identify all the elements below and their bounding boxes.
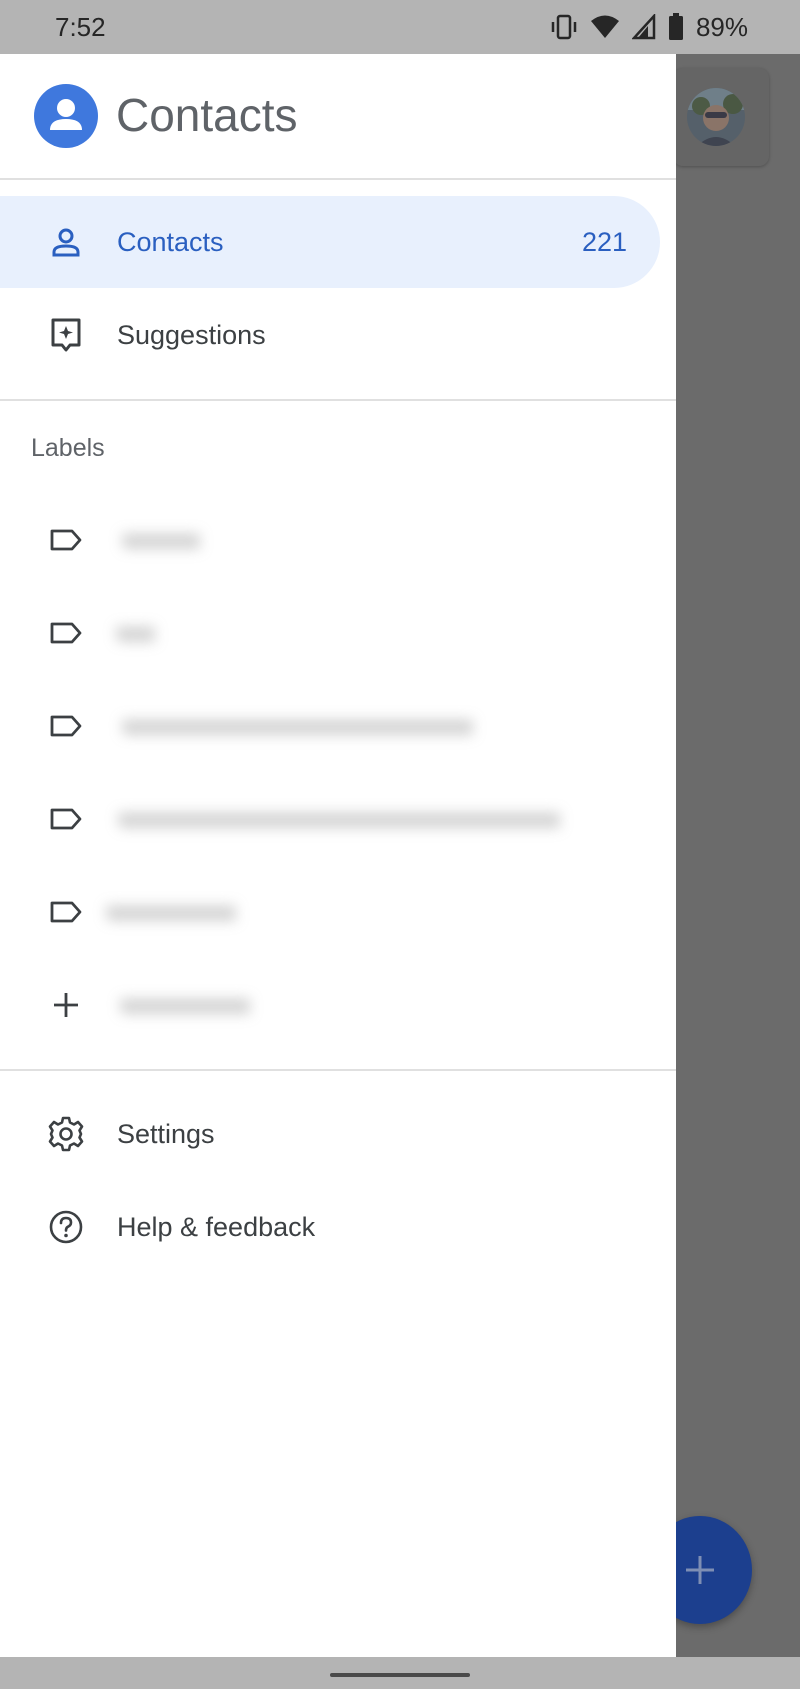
- label-item[interactable]: xxxxxx: [0, 494, 676, 586]
- divider: [0, 1069, 676, 1071]
- label-name: xxx: [116, 617, 155, 647]
- battery-icon: [668, 13, 684, 41]
- nav-item-label: Contacts: [117, 226, 224, 257]
- contacts-count: 221: [581, 226, 627, 257]
- help-icon: [48, 1209, 84, 1245]
- label-item[interactable]: xxxxxxxxxxxxxxxxxxxxxxxxxxx: [0, 680, 676, 772]
- contacts-app-icon: [34, 84, 98, 148]
- label-name: xxxxxxxxxxxxxxxxxxxxxxxxxxx: [122, 710, 473, 740]
- navigation-drawer: Contacts Contacts 221 Suggestions Labels…: [0, 54, 676, 1657]
- label-name: xxxxxx: [122, 524, 200, 554]
- label-icon: [48, 894, 84, 930]
- account-avatar[interactable]: [687, 88, 745, 146]
- status-time: 7:52: [55, 12, 106, 42]
- nav-item-help-feedback[interactable]: Help & feedback: [0, 1181, 676, 1273]
- label-icon: [48, 615, 84, 651]
- nav-item-settings[interactable]: Settings: [0, 1088, 676, 1180]
- person-icon: [48, 224, 84, 260]
- drawer-header: Contacts: [0, 54, 676, 180]
- nav-item-label: Suggestions: [117, 319, 266, 350]
- navigation-bar: [0, 1657, 800, 1689]
- wifi-icon: [590, 14, 620, 40]
- label-name: xxxxxxxxxx: [106, 896, 236, 926]
- vibrate-icon: [550, 14, 578, 40]
- add-icon: [48, 987, 84, 1023]
- label-item[interactable]: xxxxxxxxxx: [0, 866, 676, 958]
- label-name: xxxxxxxxxxxxxxxxxxxxxxxxxxxxxxxxxx: [118, 803, 560, 833]
- labels-section-title: Labels: [31, 434, 105, 462]
- suggestions-icon: [48, 317, 84, 353]
- label-icon: [48, 708, 84, 744]
- app-title: Contacts: [116, 89, 298, 141]
- label-item[interactable]: xxx: [0, 587, 676, 679]
- plus-icon: [686, 1556, 714, 1584]
- gear-icon: [48, 1116, 84, 1152]
- signal-icon: [631, 14, 656, 40]
- label-icon: [48, 801, 84, 837]
- label-icon: [48, 522, 84, 558]
- battery-percent: 89%: [695, 11, 748, 42]
- create-label-item[interactable]: xxxxxxxxxx: [0, 959, 676, 1051]
- gesture-handle[interactable]: [330, 1673, 470, 1677]
- nav-item-contacts[interactable]: Contacts 221: [0, 196, 660, 288]
- status-bar: 7:52 89%: [0, 0, 800, 54]
- divider: [0, 399, 676, 401]
- nav-item-label: Help & feedback: [117, 1211, 316, 1242]
- label-name: xxxxxxxxxx: [120, 989, 250, 1019]
- label-item[interactable]: xxxxxxxxxxxxxxxxxxxxxxxxxxxxxxxxxx: [0, 773, 676, 865]
- nav-item-suggestions[interactable]: Suggestions: [0, 289, 660, 381]
- status-icons: 89%: [550, 12, 748, 42]
- nav-item-label: Settings: [117, 1118, 215, 1149]
